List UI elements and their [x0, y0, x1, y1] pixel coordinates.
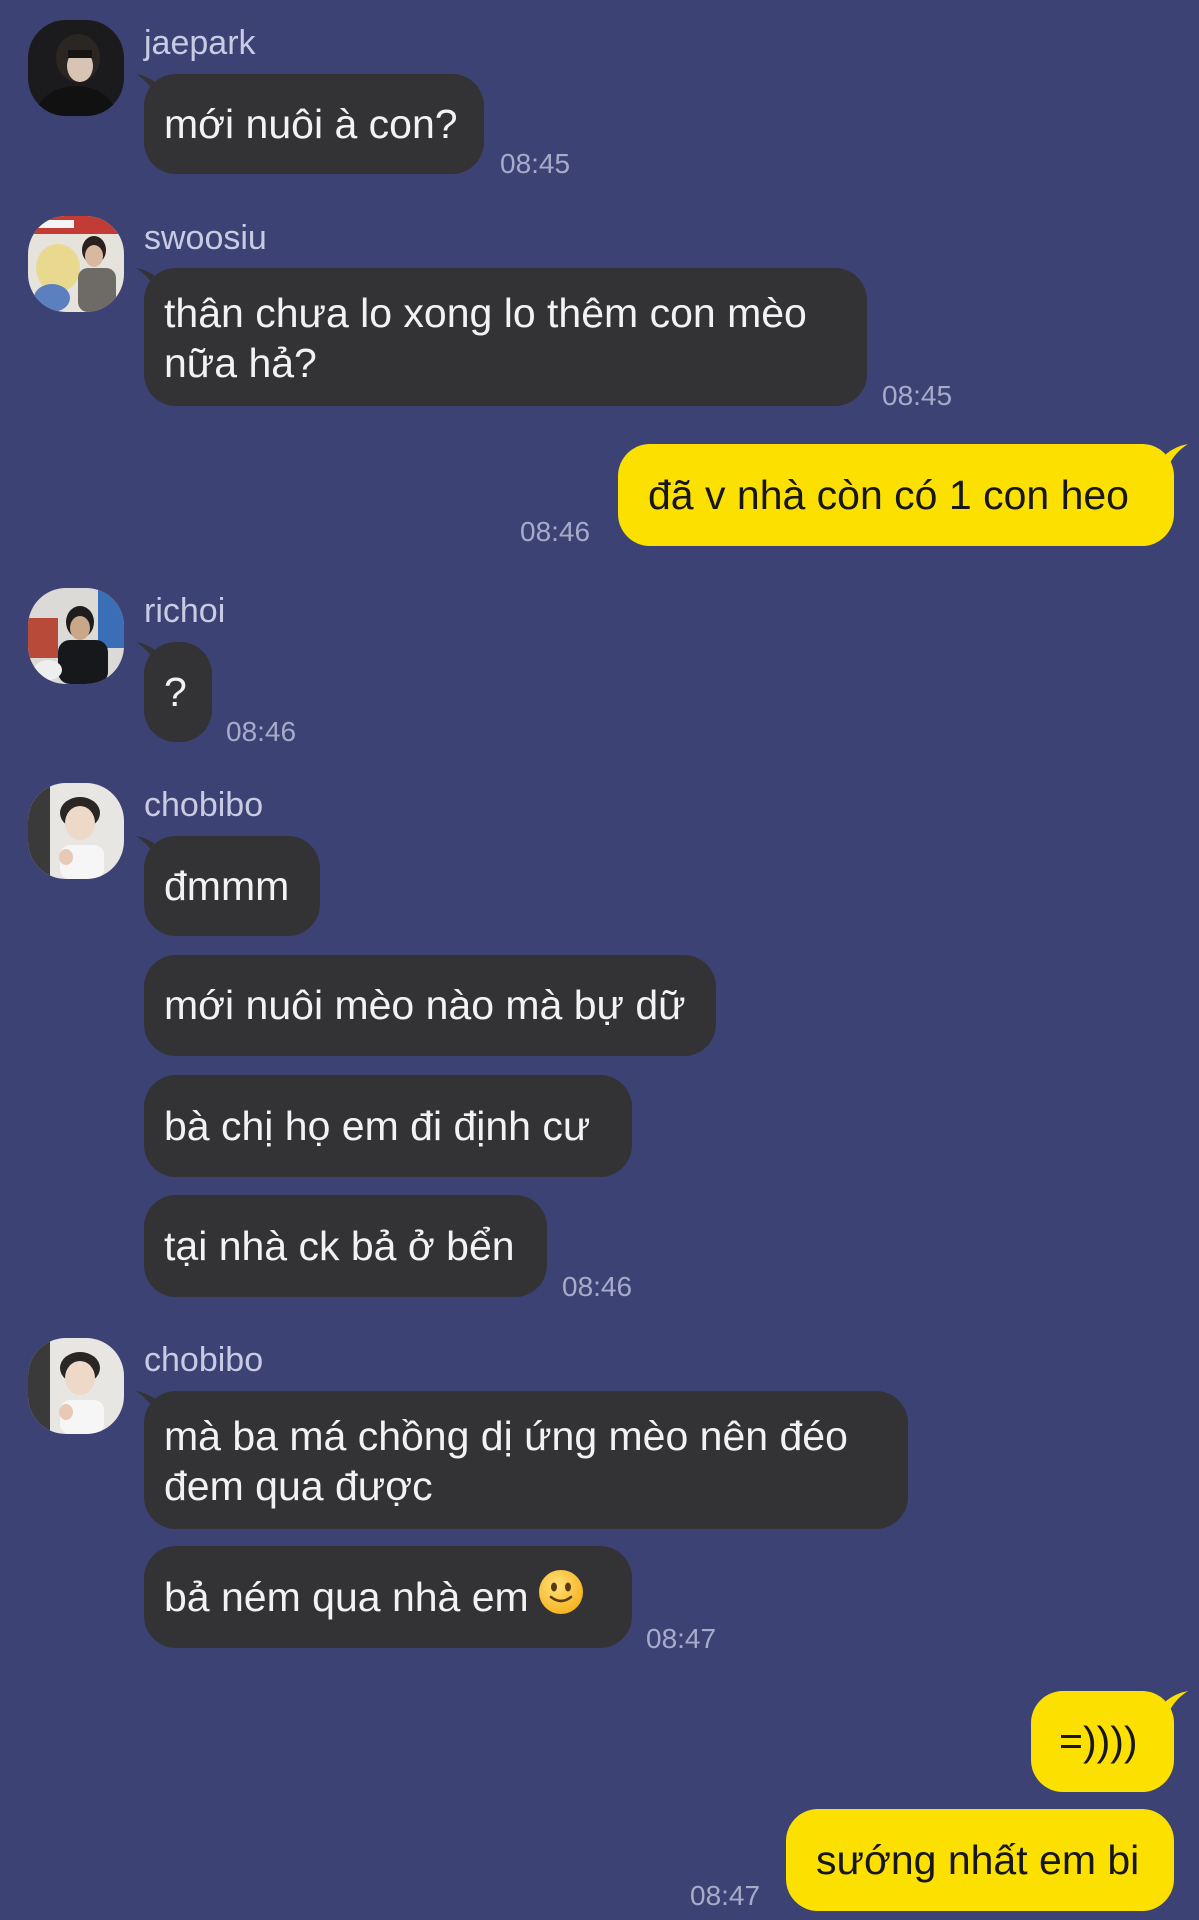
message-bubble[interactable]: đmmm: [144, 836, 320, 936]
sender-name: jaepark: [144, 24, 256, 62]
message-bubble-outgoing[interactable]: đã v nhà còn có 1 con heo: [618, 444, 1174, 546]
message-bubble[interactable]: bà chị họ em đi định cư: [144, 1075, 632, 1177]
message-bubble-outgoing[interactable]: =)))): [1031, 1691, 1174, 1792]
message-timestamp: 08:47: [646, 1623, 717, 1654]
avatar-photo-richoi: [28, 588, 124, 684]
avatar-photo-chobibo: [28, 1338, 124, 1434]
message-timestamp: 08:45: [500, 148, 571, 179]
message-bubble[interactable]: tại nhà ck bả ở bển: [144, 1195, 547, 1297]
avatar-photo-jaepark: [28, 20, 124, 116]
message-bubble[interactable]: bả ném qua nhà em: [144, 1546, 632, 1648]
avatar-jaepark[interactable]: [28, 20, 124, 116]
message-timestamp: 08:46: [562, 1271, 633, 1302]
message-text: bả ném qua nhà em: [164, 1574, 529, 1620]
message-timestamp: 08:46: [226, 716, 297, 747]
message-bubble[interactable]: thân chưa lo xong lo thêm con mèo nữa hả…: [144, 268, 867, 406]
avatar-chobibo[interactable]: [28, 783, 124, 879]
message-bubble[interactable]: mà ba má chồng dị ứng mèo nên đéo đem qu…: [144, 1391, 908, 1529]
avatar-swoosiu[interactable]: [28, 216, 124, 312]
message-bubble[interactable]: mới nuôi à con?: [144, 74, 484, 174]
message-bubble[interactable]: mới nuôi mèo nào mà bự dữ: [144, 955, 716, 1056]
message-text: mới nuôi à con?: [164, 101, 458, 147]
message-text-line: mà ba má chồng dị ứng mèo nên đéo: [164, 1413, 848, 1459]
message-text: bà chị họ em đi định cư: [164, 1103, 591, 1149]
sender-name: swoosiu: [144, 219, 267, 257]
message-text: =)))): [1059, 1718, 1138, 1764]
message-text: mới nuôi mèo nào mà bự dữ: [164, 982, 686, 1028]
message-timestamp: 08:45: [882, 380, 953, 411]
message-text: ?: [164, 669, 187, 715]
message-text: đã v nhà còn có 1 con heo: [648, 472, 1129, 518]
message-timestamp: 08:47: [690, 1880, 761, 1911]
slightly-smiling-face-icon: [537, 1568, 585, 1627]
avatar-chobibo[interactable]: [28, 1338, 124, 1434]
message-timestamp: 08:46: [520, 516, 591, 547]
message-bubble-outgoing[interactable]: sướng nhất em bi: [786, 1809, 1174, 1911]
message-text: tại nhà ck bả ở bển: [164, 1223, 515, 1269]
message-text-line: thân chưa lo xong lo thêm con mèo: [164, 290, 807, 336]
sender-name: chobibo: [144, 786, 264, 824]
avatar-richoi[interactable]: [28, 588, 124, 684]
message-bubble[interactable]: ?: [144, 642, 212, 742]
message-text: sướng nhất em bi: [816, 1837, 1140, 1883]
sender-name: chobibo: [144, 1341, 264, 1379]
avatar-photo-swoosiu: [28, 216, 124, 312]
message-text: đmmm: [164, 863, 290, 909]
avatar-photo-chobibo: [28, 783, 124, 879]
sender-name: richoi: [144, 592, 226, 630]
message-text-line: nữa hả?: [164, 340, 317, 386]
message-text-line: đem qua được: [164, 1463, 433, 1509]
